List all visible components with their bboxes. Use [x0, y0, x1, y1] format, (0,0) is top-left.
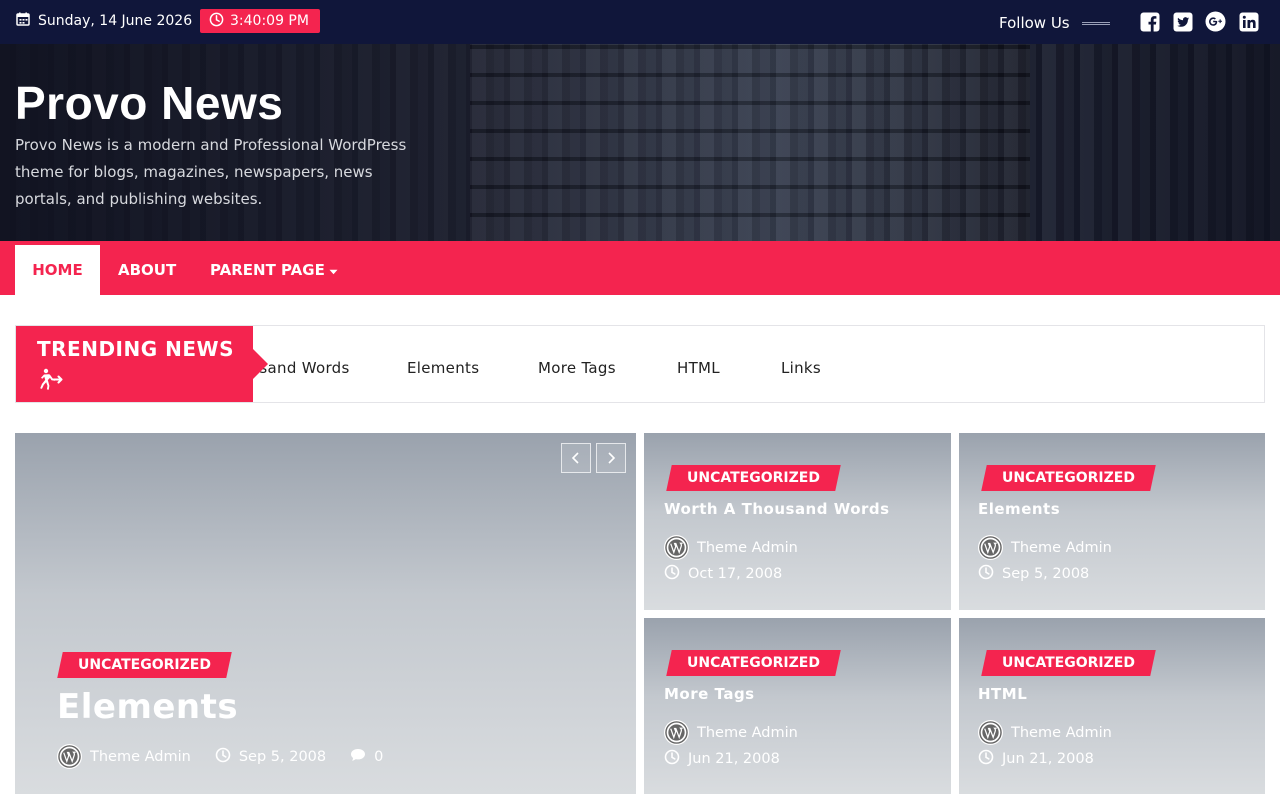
post-date-row: Sep 5, 2008: [978, 564, 1089, 584]
post-author-row: Theme Admin: [664, 720, 798, 745]
social-links: [1139, 11, 1259, 32]
running-person-icon: [37, 368, 65, 394]
trending-link[interactable]: Links: [781, 359, 821, 377]
post-author[interactable]: Theme Admin: [697, 540, 798, 556]
post-author[interactable]: Theme Admin: [1011, 540, 1112, 556]
post-date[interactable]: Jun 21, 2008: [1002, 751, 1094, 767]
wordpress-avatar-icon: [57, 744, 82, 769]
wordpress-avatar-icon: [664, 535, 689, 560]
header-background-building: [470, 44, 1030, 241]
follow-us-label: Follow Us: [999, 14, 1070, 32]
wordpress-avatar-icon: [978, 720, 1003, 745]
featured-post-meta: Theme Admin Sep 5, 2008 0: [57, 744, 383, 769]
post-category-badge[interactable]: UNCATEGORIZED: [666, 465, 841, 491]
post-date-row: Jun 21, 2008: [664, 749, 780, 769]
post-title[interactable]: Elements: [978, 500, 1060, 518]
post-author-row: Theme Admin: [664, 535, 798, 560]
post-author[interactable]: Theme Admin: [90, 749, 191, 765]
caret-down-icon: [329, 261, 338, 279]
date-text: Sunday, 14 June 2026: [38, 13, 193, 29]
post-title[interactable]: More Tags: [664, 685, 755, 703]
clock-icon: [664, 749, 680, 769]
calendar-icon: [16, 12, 30, 30]
slider-prev-button[interactable]: [561, 443, 591, 473]
post-date-row: Oct 17, 2008: [664, 564, 782, 584]
post-date[interactable]: Jun 21, 2008: [688, 751, 780, 767]
post-author[interactable]: Theme Admin: [1011, 725, 1112, 741]
featured-category-badge[interactable]: UNCATEGORIZED: [57, 652, 232, 678]
post-category-badge[interactable]: UNCATEGORIZED: [981, 650, 1156, 676]
clock-icon: [215, 747, 231, 767]
main-navigation: HOME ABOUT PARENT PAGE: [0, 241, 1280, 295]
nav-item-parent-page-label: PARENT PAGE: [210, 261, 325, 279]
post-author-row: Theme Admin: [978, 720, 1112, 745]
comment-icon: [350, 748, 366, 766]
category-label: UNCATEGORIZED: [1002, 655, 1135, 671]
post-category-badge[interactable]: UNCATEGORIZED: [981, 465, 1156, 491]
featured-post[interactable]: UNCATEGORIZED Elements Theme Admin Sep 5…: [15, 433, 636, 794]
post-date[interactable]: Sep 5, 2008: [1002, 566, 1089, 582]
trending-ticker: Worth A Thousand Words Elements More Tag…: [253, 326, 1264, 402]
category-label: UNCATEGORIZED: [1002, 470, 1135, 486]
time-text: 3:40:09 PM: [230, 13, 309, 29]
site-header: Provo News Provo News is a modern and Pr…: [0, 44, 1280, 241]
clock-icon: [978, 749, 994, 769]
featured-post-title[interactable]: Elements: [57, 687, 238, 727]
current-time-badge: 3:40:09 PM: [200, 9, 320, 33]
site-tagline: Provo News is a modern and Professional …: [15, 136, 407, 208]
post-title[interactable]: Worth A Thousand Words: [664, 500, 890, 518]
nav-item-home[interactable]: HOME: [15, 245, 100, 295]
google-plus-icon[interactable]: [1205, 11, 1226, 32]
clock-icon: [978, 564, 994, 584]
trending-news-bar: Worth A Thousand Words Elements More Tag…: [15, 325, 1265, 403]
post-author-row: Theme Admin: [978, 535, 1112, 560]
post-title[interactable]: HTML: [978, 685, 1027, 703]
category-label: UNCATEGORIZED: [687, 470, 820, 486]
chevron-right-icon: [606, 449, 616, 468]
site-title[interactable]: Provo News: [15, 76, 283, 130]
wordpress-avatar-icon: [664, 720, 689, 745]
nav-item-parent-page[interactable]: PARENT PAGE: [210, 245, 338, 295]
clock-icon: [209, 12, 224, 31]
facebook-icon[interactable]: [1139, 11, 1160, 32]
post-date[interactable]: Oct 17, 2008: [688, 566, 782, 582]
comment-count[interactable]: 0: [374, 749, 383, 765]
post-date[interactable]: Sep 5, 2008: [239, 749, 326, 765]
linkedin-icon[interactable]: [1238, 11, 1259, 32]
clock-icon: [664, 564, 680, 584]
trending-link[interactable]: Elements: [407, 359, 479, 377]
top-bar: Sunday, 14 June 2026 3:40:09 PM Follow U…: [0, 0, 1280, 44]
post-card[interactable]: UNCATEGORIZED Elements Theme Admin Sep 5…: [959, 433, 1265, 610]
post-date-row: Jun 21, 2008: [978, 749, 1094, 769]
post-card[interactable]: UNCATEGORIZED Worth A Thousand Words The…: [644, 433, 951, 610]
trending-news-label: TRENDING NEWS: [16, 326, 268, 402]
post-author[interactable]: Theme Admin: [697, 725, 798, 741]
twitter-icon[interactable]: [1172, 11, 1193, 32]
post-card[interactable]: UNCATEGORIZED More Tags Theme Admin Jun …: [644, 618, 951, 794]
category-label: UNCATEGORIZED: [687, 655, 820, 671]
post-card[interactable]: UNCATEGORIZED HTML Theme Admin Jun 21, 2…: [959, 618, 1265, 794]
post-category-badge[interactable]: UNCATEGORIZED: [666, 650, 841, 676]
category-label: UNCATEGORIZED: [78, 657, 211, 673]
chevron-left-icon: [571, 449, 581, 468]
trending-news-title: TRENDING NEWS: [37, 337, 234, 361]
current-date: Sunday, 14 June 2026: [16, 12, 192, 30]
trending-link[interactable]: More Tags: [538, 359, 616, 377]
wordpress-avatar-icon: [978, 535, 1003, 560]
trending-link[interactable]: HTML: [677, 359, 720, 377]
follow-divider: [1082, 22, 1110, 25]
nav-item-about[interactable]: ABOUT: [118, 245, 176, 295]
slider-next-button[interactable]: [596, 443, 626, 473]
